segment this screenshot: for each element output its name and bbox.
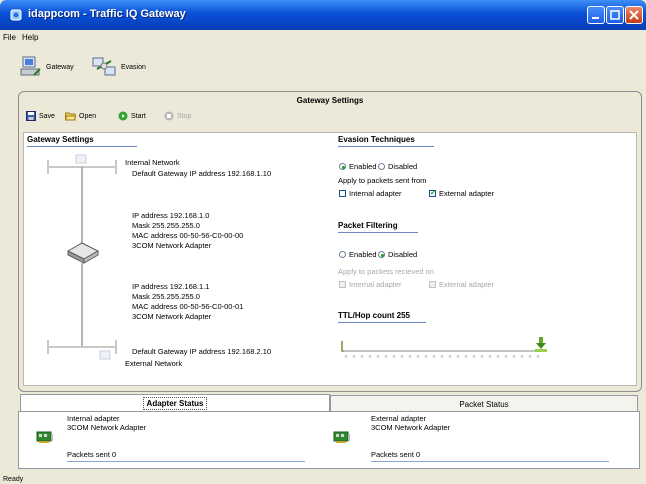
network-card-icon [36,431,53,443]
network-diagram [47,154,117,360]
external-status-underline [371,461,609,462]
network-card-icon [333,431,350,443]
maximize-icon [610,10,620,20]
title-bar[interactable]: idappcom - Traffic IQ Gateway [0,0,646,30]
stop-icon [164,111,174,121]
status-bar: Ready [0,476,646,484]
stop-button[interactable]: Stop [164,111,191,121]
status-text: Ready [3,476,24,483]
evasion-label: Evasion [121,63,146,71]
section-divider [338,232,418,233]
evasion-enabled-label[interactable]: Enabled [349,162,377,171]
filtering-external-label[interactable]: External adapter [439,280,494,289]
ttl-slider[interactable] [338,337,550,359]
external-network-label: External Network [125,359,183,368]
evasion-external-checkbox[interactable]: ✔ [429,190,436,197]
evasion-button[interactable]: Evasion [91,54,146,80]
external-adapter-title: External adapter [371,414,427,423]
open-folder-icon [65,112,76,121]
filtering-enabled-radio[interactable] [339,251,346,258]
filtering-disabled-label[interactable]: Disabled [388,250,417,259]
panel-toolbar: Save Open Start Stop [23,109,635,126]
adapter1-mask: Mask 255.255.255.0 [132,292,200,301]
start-button[interactable]: Start [118,111,146,121]
evasion-apply-label: Apply to packets sent from [338,176,427,185]
external-adapter-name: 3COM Network Adapter [371,423,451,432]
settings-content: Gateway Settings Internal Network Defaul… [23,132,637,386]
evasion-external-label[interactable]: External adapter [439,189,494,198]
filtering-disabled-radio[interactable] [378,251,385,258]
menu-file[interactable]: File [3,33,16,42]
maximize-button[interactable] [606,6,624,24]
internal-adapter-name: 3COM Network Adapter [67,423,147,432]
open-button[interactable]: Open [65,111,96,121]
adapter0-mac: MAC address 00-50-56-C0-00-00 [132,231,244,240]
evasion-disabled-label[interactable]: Disabled [388,162,417,171]
evasion-internal-checkbox[interactable] [339,190,346,197]
close-icon [629,10,639,20]
close-button[interactable] [625,6,643,24]
internal-adapter-title: Internal adapter [67,414,120,423]
evasion-disabled-radio[interactable] [378,163,385,170]
filtering-external-checkbox[interactable] [429,281,436,288]
filtering-internal-label[interactable]: Internal adapter [349,280,402,289]
packet-filtering-title: Packet Filtering [338,221,398,230]
gateway-icon [20,56,41,76]
window-title: idappcom - Traffic IQ Gateway [28,8,186,20]
gateway-settings-panel: Gateway Settings Save Open Start Stop Ga… [18,91,642,392]
minimize-icon [592,17,599,19]
adapter0-ip: IP address 192.168.1.0 [132,211,210,220]
filtering-internal-checkbox[interactable] [339,281,346,288]
main-toolbar: Gateway Evasion [0,46,646,86]
adapter0-name: 3COM Network Adapter [132,241,212,250]
gateway-settings-title: Gateway Settings [27,135,94,144]
internal-status-underline [67,461,305,462]
internal-packets-sent: Packets sent 0 [67,450,117,459]
filtering-enabled-label[interactable]: Enabled [349,250,377,259]
slider-ticks [345,355,539,358]
evasion-enabled-radio[interactable] [339,163,346,170]
save-button[interactable]: Save [26,111,55,121]
slider-thumb[interactable] [534,337,548,353]
gateway-label: Gateway [46,63,74,71]
adapter1-mac: MAC address 00-50-56-C0-00-01 [132,302,244,311]
evasion-techniques-title: Evasion Techniques [338,135,415,144]
adapter-status-body: Internal adapter 3COM Network Adapter Pa… [18,411,640,469]
start-icon [118,111,128,121]
menu-help[interactable]: Help [22,33,38,42]
tab-packet-status[interactable]: Packet Status [330,395,638,411]
default-gateway-internal: Default Gateway IP address 192.168.1.10 [132,169,272,178]
default-gateway-external: Default Gateway IP address 192.168.2.10 [132,347,272,356]
minimize-button[interactable] [587,6,605,24]
external-packets-sent: Packets sent 0 [371,450,421,459]
adapter1-ip: IP address 192.168.1.1 [132,282,210,291]
section-divider [338,322,426,323]
gateway-button[interactable]: Gateway [20,54,74,80]
panel-title: Gateway Settings [296,96,364,105]
evasion-internal-label[interactable]: Internal adapter [349,189,402,198]
adapter0-mask: Mask 255.255.255.0 [132,221,200,230]
ttl-title: TTL/Hop count 255 [338,311,410,320]
save-icon [26,111,36,121]
menu-bar: File Help [0,30,646,44]
tab-adapter-status[interactable]: Adapter Status [20,394,330,411]
filtering-apply-label: Apply to packets recieved on [338,267,434,276]
section-divider [338,146,434,147]
internal-network-label: Internal Network [125,158,180,167]
evasion-icon [92,57,116,76]
app-icon [10,9,22,21]
status-area: Adapter Status Packet Status Internal ad… [18,394,640,470]
adapter1-name: 3COM Network Adapter [132,312,212,321]
